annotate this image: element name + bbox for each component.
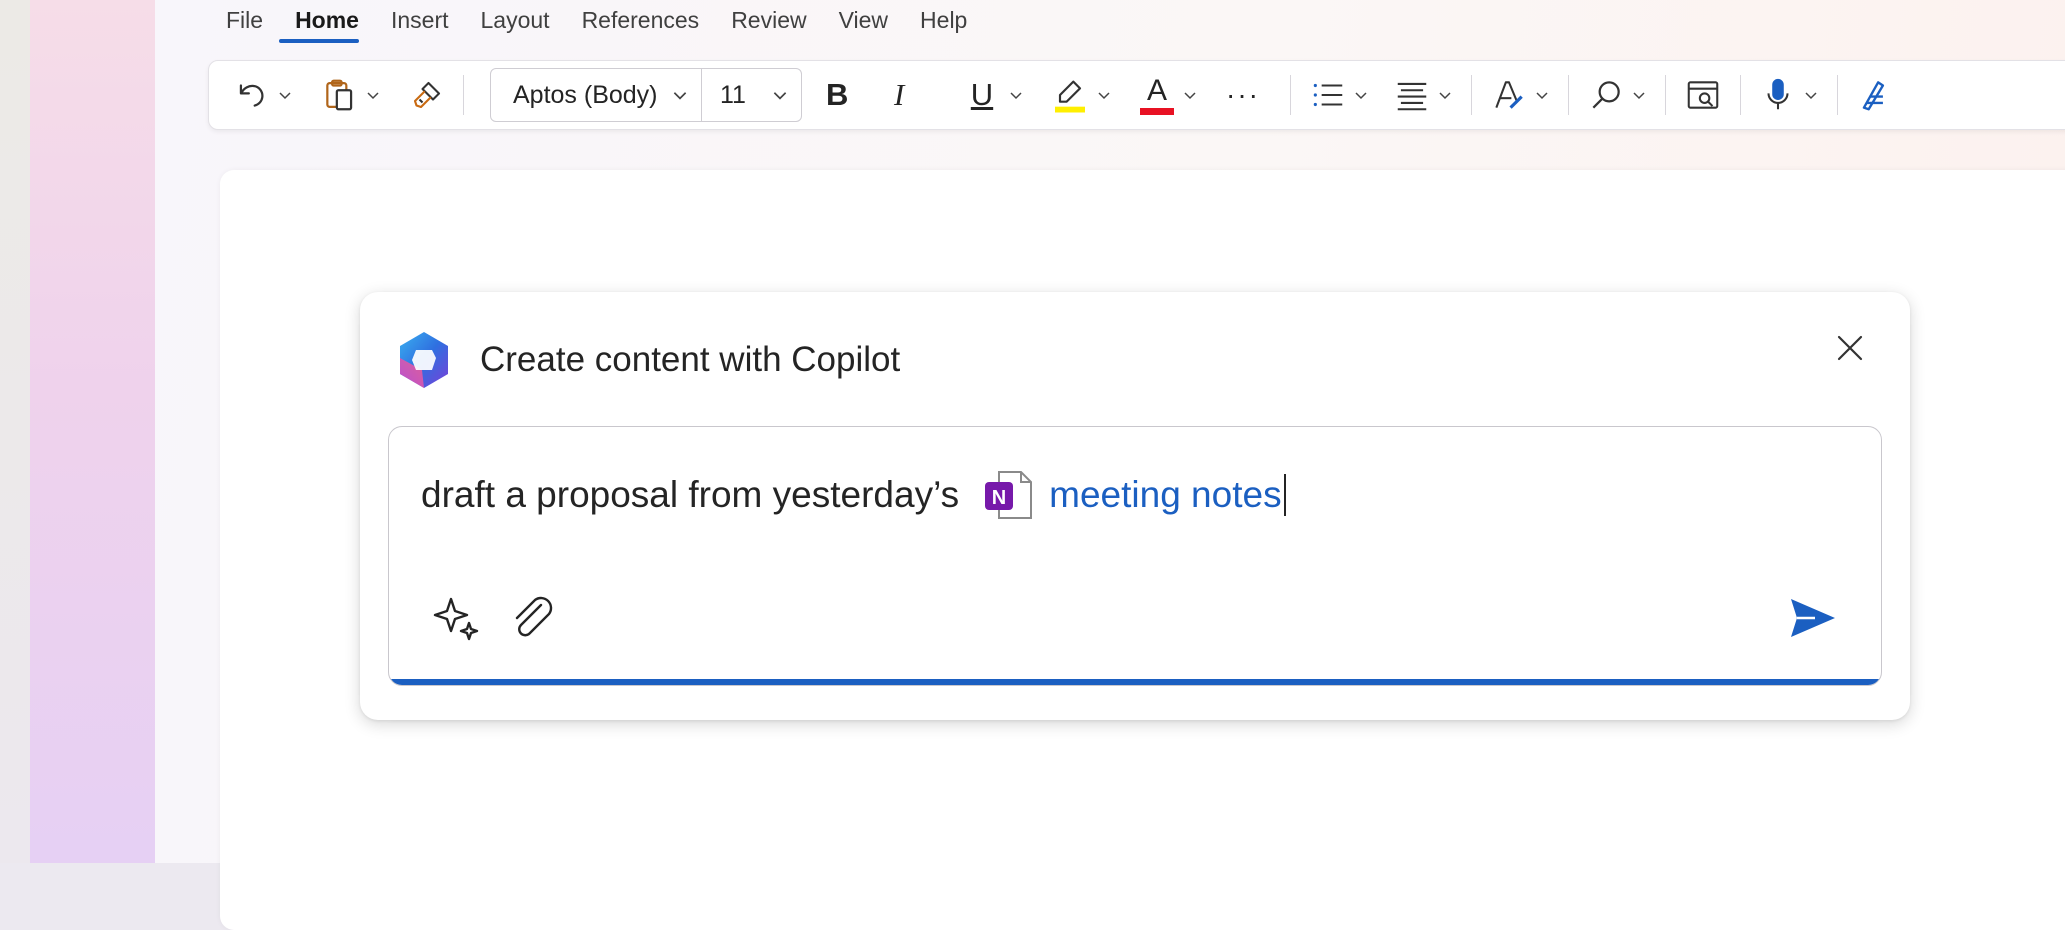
tab-insert[interactable]: Insert <box>375 3 465 43</box>
tab-review[interactable]: Review <box>715 3 822 43</box>
styles-button[interactable] <box>1490 76 1550 114</box>
chevron-down-icon <box>1355 92 1367 100</box>
ribbon-tabs: File Home Insert Layout References Revie… <box>226 3 983 43</box>
onenote-file-icon: N <box>985 471 1033 519</box>
toolbar-divider <box>1664 75 1666 115</box>
tab-references[interactable]: References <box>566 3 716 43</box>
toolbar-divider <box>1470 75 1472 115</box>
editor-button[interactable] <box>1856 76 1894 114</box>
copilot-logo-icon <box>400 332 448 388</box>
prompt-content: draft a proposal from yesterday’s N meet… <box>421 465 1286 525</box>
reference-chip[interactable]: N meeting notes <box>981 466 1282 524</box>
editor-icon <box>1862 81 1885 111</box>
toolbar-divider <box>1567 75 1569 115</box>
font-picker-group: Aptos (Body) 11 <box>490 68 802 122</box>
chevron-down-icon <box>1805 92 1817 100</box>
styles-icon <box>1495 81 1523 109</box>
chevron-down-icon <box>1439 92 1451 100</box>
reading-view-icon <box>1687 81 1719 109</box>
more-options-button[interactable]: ··· <box>1226 79 1260 111</box>
text-caret <box>1283 474 1286 516</box>
toolbar-divider <box>1289 75 1291 115</box>
find-button[interactable] <box>1587 76 1647 114</box>
chevron-down-icon <box>367 92 379 100</box>
font-size-value: 11 <box>720 80 746 109</box>
chevron-down-icon <box>1633 92 1645 100</box>
reference-badge: N <box>992 487 1006 509</box>
dictate-icon <box>1767 78 1789 110</box>
chevron-down-icon <box>673 92 687 100</box>
font-color-button[interactable]: A <box>1138 73 1198 115</box>
tab-home[interactable]: Home <box>279 3 375 43</box>
chevron-down-icon <box>773 92 787 100</box>
font-name-value: Aptos (Body) <box>513 80 658 109</box>
format-painter-icon <box>413 81 441 109</box>
chevron-down-icon <box>279 92 291 100</box>
find-icon <box>1592 81 1620 109</box>
undo-icon <box>239 84 264 107</box>
left-pane <box>30 0 155 863</box>
align-button[interactable] <box>1393 76 1453 114</box>
undo-button[interactable] <box>233 76 293 114</box>
attach-icon[interactable] <box>505 591 557 643</box>
left-edge <box>0 0 30 863</box>
reading-view-button[interactable] <box>1684 76 1722 114</box>
font-color-glyph: A <box>1146 73 1167 107</box>
sparkle-icon[interactable] <box>431 593 483 645</box>
toolbar-divider <box>1739 75 1741 115</box>
copilot-title: Create content with Copilot <box>480 340 901 379</box>
tab-view[interactable]: View <box>823 3 904 43</box>
chevron-down-icon <box>1184 92 1196 100</box>
tab-help[interactable]: Help <box>904 3 983 43</box>
reference-label: meeting notes <box>1049 474 1282 515</box>
font-name-dropdown[interactable]: Aptos (Body) <box>491 69 701 121</box>
font-color-swatch <box>1140 107 1174 115</box>
font-color-icon: A <box>1138 73 1176 115</box>
prompt-text: draft a proposal from yesterday’s <box>421 474 960 515</box>
tab-file[interactable]: File <box>226 3 279 43</box>
italic-button[interactable]: I <box>894 77 934 113</box>
copilot-prompt-input[interactable]: draft a proposal from yesterday’s N meet… <box>388 426 1882 686</box>
highlight-icon <box>1055 80 1085 113</box>
copilot-dialog: Create content with Copilot draft a prop… <box>360 292 1910 720</box>
ribbon-toolbar: Aptos (Body) 11 B I U A ··· <box>208 60 2065 130</box>
send-icon[interactable] <box>1785 591 1839 645</box>
bullets-button[interactable] <box>1309 76 1369 114</box>
close-icon[interactable] <box>1830 328 1870 368</box>
underline-button[interactable]: U <box>962 77 1024 113</box>
paste-icon <box>326 79 353 111</box>
toolbar-divider <box>463 75 464 115</box>
tab-layout[interactable]: Layout <box>465 3 566 43</box>
chevron-down-icon <box>1098 92 1110 100</box>
toolbar-divider <box>1836 75 1838 115</box>
dictate-button[interactable] <box>1759 76 1819 114</box>
align-icon <box>1397 82 1427 111</box>
chevron-down-icon <box>1010 92 1022 100</box>
paste-button[interactable] <box>321 76 381 114</box>
bullets-icon <box>1313 83 1343 107</box>
format-painter-button[interactable] <box>409 77 445 113</box>
font-size-dropdown[interactable]: 11 <box>701 69 801 121</box>
highlight-button[interactable] <box>1050 75 1112 115</box>
underline-glyph: U <box>970 77 994 112</box>
chevron-down-icon <box>1536 92 1548 100</box>
bold-button[interactable]: B <box>826 77 866 113</box>
